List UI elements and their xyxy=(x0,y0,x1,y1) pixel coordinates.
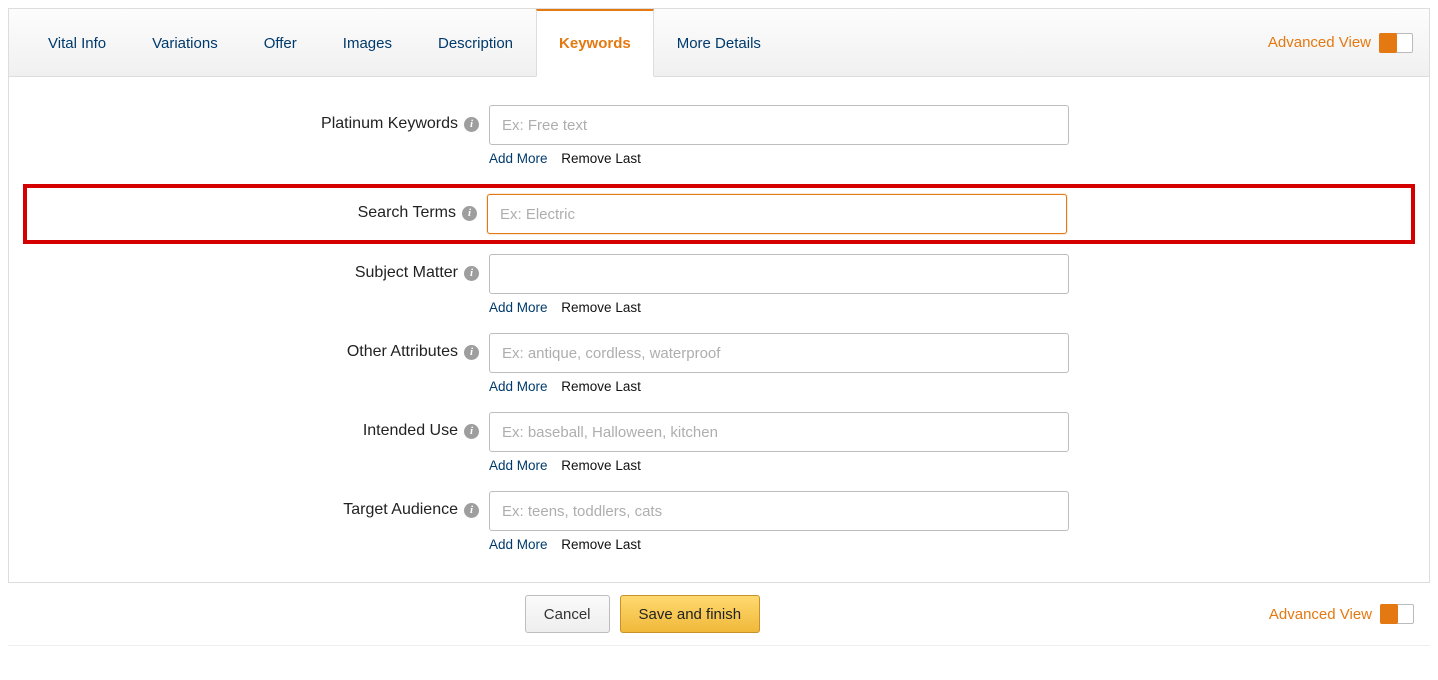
row-subject-matter: Subject Matter i Add More Remove Last xyxy=(29,254,1409,329)
label-target-audience: Target Audience i xyxy=(29,491,489,519)
subject-links: Add More Remove Last xyxy=(489,300,1069,315)
tab-panel: Vital Info Variations Offer Images Descr… xyxy=(8,8,1430,583)
info-icon[interactable]: i xyxy=(464,424,479,439)
label-platinum-keywords: Platinum Keywords i xyxy=(29,105,489,133)
cancel-button[interactable]: Cancel xyxy=(525,595,610,633)
label-text: Search Terms xyxy=(358,204,456,222)
label-text: Target Audience xyxy=(343,501,458,519)
remove-last-link[interactable]: Remove Last xyxy=(561,300,641,315)
info-icon[interactable]: i xyxy=(464,503,479,518)
info-icon[interactable]: i xyxy=(464,266,479,281)
tab-more-details[interactable]: More Details xyxy=(654,9,784,77)
advanced-view-label: Advanced View xyxy=(1268,34,1371,51)
add-more-link[interactable]: Add More xyxy=(489,379,548,394)
subject-matter-input[interactable] xyxy=(489,254,1069,294)
info-icon[interactable]: i xyxy=(464,117,479,132)
info-icon[interactable]: i xyxy=(462,206,477,221)
footer: Cancel Save and finish Advanced View xyxy=(8,583,1430,646)
search-terms-input[interactable] xyxy=(487,194,1067,234)
remove-last-link[interactable]: Remove Last xyxy=(561,151,641,166)
label-text: Subject Matter xyxy=(355,264,458,282)
add-more-link[interactable]: Add More xyxy=(489,151,548,166)
keywords-form: Platinum Keywords i Add More Remove Last… xyxy=(9,77,1429,582)
tab-description[interactable]: Description xyxy=(415,9,536,77)
add-more-link[interactable]: Add More xyxy=(489,300,548,315)
remove-last-link[interactable]: Remove Last xyxy=(561,458,641,473)
tabbar: Vital Info Variations Offer Images Descr… xyxy=(9,9,1429,77)
label-text: Platinum Keywords xyxy=(321,115,458,133)
row-other-attributes: Other Attributes i Add More Remove Last xyxy=(29,333,1409,408)
platinum-keywords-input[interactable] xyxy=(489,105,1069,145)
add-more-link[interactable]: Add More xyxy=(489,537,548,552)
row-intended-use: Intended Use i Add More Remove Last xyxy=(29,412,1409,487)
advanced-view-label: Advanced View xyxy=(1269,606,1372,623)
advanced-view-toggle[interactable] xyxy=(1380,604,1414,624)
row-search-terms: Search Terms i xyxy=(23,184,1415,244)
info-icon[interactable]: i xyxy=(464,345,479,360)
tab-offer[interactable]: Offer xyxy=(241,9,320,77)
label-intended-use: Intended Use i xyxy=(29,412,489,440)
other-links: Add More Remove Last xyxy=(489,379,1069,394)
add-more-link[interactable]: Add More xyxy=(489,458,548,473)
advanced-view-control-footer: Advanced View xyxy=(1269,604,1422,624)
target-audience-input[interactable] xyxy=(489,491,1069,531)
save-and-finish-button[interactable]: Save and finish xyxy=(620,595,761,633)
advanced-view-toggle[interactable] xyxy=(1379,33,1413,53)
label-subject-matter: Subject Matter i xyxy=(29,254,489,282)
other-attributes-input[interactable] xyxy=(489,333,1069,373)
advanced-view-control: Advanced View xyxy=(1268,9,1421,76)
tab-keywords[interactable]: Keywords xyxy=(536,9,654,77)
label-text: Intended Use xyxy=(363,422,458,440)
label-search-terms: Search Terms i xyxy=(27,194,487,222)
tab-vital-info[interactable]: Vital Info xyxy=(25,9,129,77)
row-platinum-keywords: Platinum Keywords i Add More Remove Last xyxy=(29,105,1409,180)
intended-use-input[interactable] xyxy=(489,412,1069,452)
audience-links: Add More Remove Last xyxy=(489,537,1069,552)
label-text: Other Attributes xyxy=(347,343,458,361)
tab-images[interactable]: Images xyxy=(320,9,415,77)
platinum-links: Add More Remove Last xyxy=(489,151,1069,166)
use-links: Add More Remove Last xyxy=(489,458,1069,473)
row-target-audience: Target Audience i Add More Remove Last xyxy=(29,491,1409,566)
remove-last-link[interactable]: Remove Last xyxy=(561,537,641,552)
remove-last-link[interactable]: Remove Last xyxy=(561,379,641,394)
label-other-attributes: Other Attributes i xyxy=(29,333,489,361)
tab-variations[interactable]: Variations xyxy=(129,9,241,77)
